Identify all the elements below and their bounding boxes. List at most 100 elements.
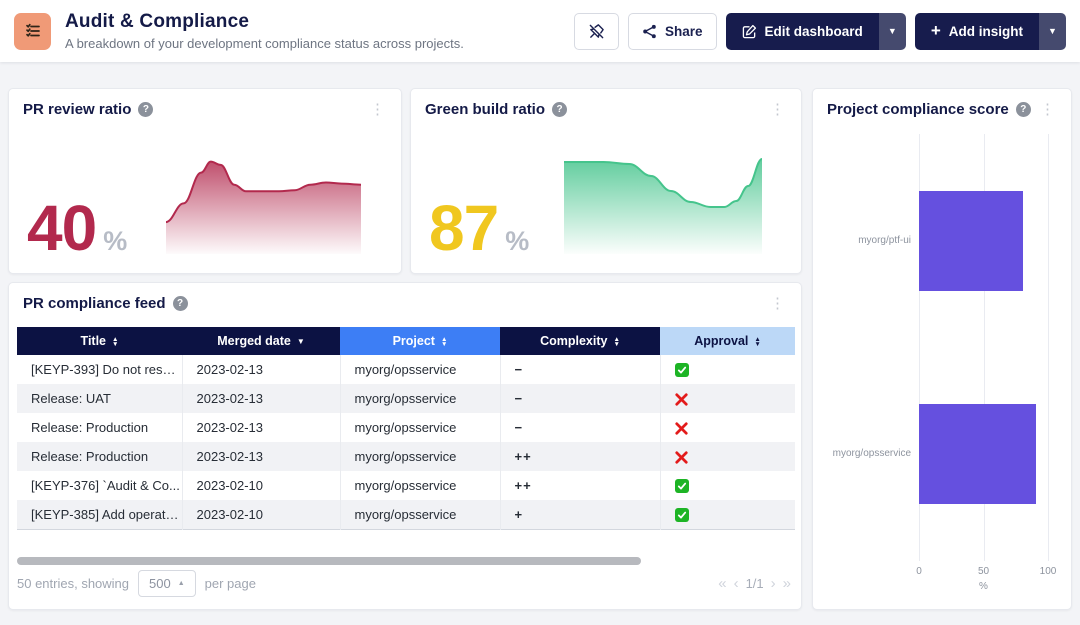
card-title: Project compliance score (827, 101, 1009, 118)
complexity-cell: − (500, 413, 660, 442)
help-icon[interactable]: ? (1016, 102, 1031, 117)
add-insight-label: Add insight (949, 24, 1023, 39)
complexity-cell: − (500, 355, 660, 384)
page-size-select[interactable]: 500 ▲ (138, 570, 196, 597)
approval-cell (660, 384, 795, 413)
share-button[interactable]: Share (628, 13, 717, 50)
plus-icon: + (931, 21, 941, 41)
add-insight-caret[interactable]: ▼ (1039, 13, 1066, 50)
approved-icon (675, 363, 689, 377)
edit-dashboard-button[interactable]: Edit dashboard (726, 13, 879, 50)
kebab-menu-icon[interactable]: ⋮ (1038, 102, 1057, 117)
title-cell: Release: UAT (17, 384, 182, 413)
help-icon[interactable]: ? (173, 296, 188, 311)
caret-down-icon: ▼ (1048, 26, 1057, 36)
column-header-approval[interactable]: Approval▲▼ (660, 327, 795, 355)
compliance-feed-table: Title▲▼ Merged date▼ Project▲▼ Complexit… (17, 327, 795, 530)
approval-cell (660, 471, 795, 500)
share-icon (642, 24, 657, 39)
bar-ptf-ui[interactable] (919, 191, 1023, 291)
first-page-button[interactable]: « (718, 575, 726, 592)
title-cell: Release: Production (17, 442, 182, 471)
table-row[interactable]: [KEYP-385] Add operato...2023-02-10myorg… (17, 500, 795, 529)
last-page-button[interactable]: » (783, 575, 791, 592)
feed-footer: 50 entries, showing 500 ▲ per page « ‹ 1… (17, 570, 791, 597)
project-compliance-score-card: Project compliance score ? ⋮ myorg/ptf-u… (812, 88, 1072, 610)
column-header-project[interactable]: Project▲▼ (340, 327, 500, 355)
project-cell: myorg/opsservice (340, 413, 500, 442)
x-tick: 0 (916, 566, 922, 577)
entries-text: 50 entries, showing (17, 576, 129, 591)
project-cell: myorg/opsservice (340, 471, 500, 500)
green-build-ratio-card: Green build ratio ? ⋮ 87 % (410, 88, 802, 274)
share-button-label: Share (665, 24, 703, 39)
bar-category-label: myorg/ptf-ui (817, 235, 911, 246)
card-title: PR review ratio (23, 101, 131, 118)
complexity-cell: − (500, 384, 660, 413)
merged-date-cell: 2023-02-13 (182, 355, 340, 384)
complexity-cell: + (500, 500, 660, 529)
project-cell: myorg/opsservice (340, 384, 500, 413)
table-row[interactable]: Release: UAT2023-02-13myorg/opsservice− (17, 384, 795, 413)
feed-table-body: [KEYP-393] Do not reset...2023-02-13myor… (17, 355, 795, 529)
bar-opsservice[interactable] (919, 404, 1036, 504)
per-page-text: per page (205, 576, 256, 591)
bar-chart-plot: 0 50 100 % (919, 134, 1048, 561)
column-header-merged-date[interactable]: Merged date▼ (182, 327, 340, 355)
horizontal-scrollbar[interactable] (17, 557, 641, 565)
metric-unit: % (505, 226, 529, 257)
edit-pencil-icon (742, 24, 757, 39)
help-icon[interactable]: ? (552, 102, 567, 117)
page-title: Audit & Compliance (65, 11, 464, 33)
title-cell: [KEYP-385] Add operato... (17, 500, 182, 529)
approval-cell (660, 442, 795, 471)
project-cell: myorg/opsservice (340, 355, 500, 384)
merged-date-cell: 2023-02-13 (182, 442, 340, 471)
pr-review-area-chart (166, 144, 361, 254)
table-row[interactable]: [KEYP-376] `Audit & Co...2023-02-10myorg… (17, 471, 795, 500)
project-cell: myorg/opsservice (340, 500, 500, 529)
page-subtitle: A breakdown of your development complian… (65, 36, 464, 51)
kebab-menu-icon[interactable]: ⋮ (768, 102, 787, 117)
metric-unit: % (103, 226, 127, 257)
table-row[interactable]: [KEYP-393] Do not reset...2023-02-13myor… (17, 355, 795, 384)
kebab-menu-icon[interactable]: ⋮ (368, 102, 387, 117)
column-header-complexity[interactable]: Complexity▲▼ (500, 327, 660, 355)
card-title: Green build ratio (425, 101, 545, 118)
dashboard-checklist-icon (14, 13, 51, 50)
table-row[interactable]: Release: Production2023-02-13myorg/opsse… (17, 413, 795, 442)
next-page-button[interactable]: › (771, 575, 776, 592)
page-header: Audit & Compliance A breakdown of your d… (0, 0, 1080, 62)
complexity-cell: ++ (500, 442, 660, 471)
metric-value: 40 (27, 191, 96, 265)
unpin-button[interactable] (574, 13, 619, 50)
sort-icon: ▲▼ (441, 337, 447, 347)
add-insight-button[interactable]: + Add insight (915, 13, 1039, 50)
project-cell: myorg/opsservice (340, 442, 500, 471)
pr-review-ratio-card: PR review ratio ? ⋮ 40 % (8, 88, 402, 274)
bar-category-label: myorg/opsservice (817, 448, 911, 459)
caret-down-icon: ▼ (888, 26, 897, 36)
sort-icon: ▲▼ (613, 337, 619, 347)
edit-dashboard-label: Edit dashboard (765, 24, 863, 39)
help-icon[interactable]: ? (138, 102, 153, 117)
title-cell: [KEYP-393] Do not reset... (17, 355, 182, 384)
column-header-title[interactable]: Title▲▼ (17, 327, 182, 355)
merged-date-cell: 2023-02-13 (182, 413, 340, 442)
edit-dashboard-caret[interactable]: ▼ (879, 13, 906, 50)
gridline (1048, 134, 1049, 561)
page-indicator: 1/1 (746, 576, 764, 591)
table-row[interactable]: Release: Production2023-02-13myorg/opsse… (17, 442, 795, 471)
pagination: « ‹ 1/1 › » (718, 575, 791, 592)
approval-cell (660, 500, 795, 529)
caret-up-icon: ▲ (178, 580, 185, 587)
prev-page-button[interactable]: ‹ (734, 575, 739, 592)
sort-desc-icon: ▼ (297, 337, 305, 346)
title-cell: [KEYP-376] `Audit & Co... (17, 471, 182, 500)
add-insight-splitbutton: + Add insight ▼ (915, 13, 1066, 50)
merged-date-cell: 2023-02-10 (182, 500, 340, 529)
toolbar: Share Edit dashboard ▼ + Add insight (574, 13, 1066, 50)
x-axis-label: % (979, 581, 988, 592)
approved-icon (675, 508, 689, 522)
kebab-menu-icon[interactable]: ⋮ (768, 296, 787, 311)
